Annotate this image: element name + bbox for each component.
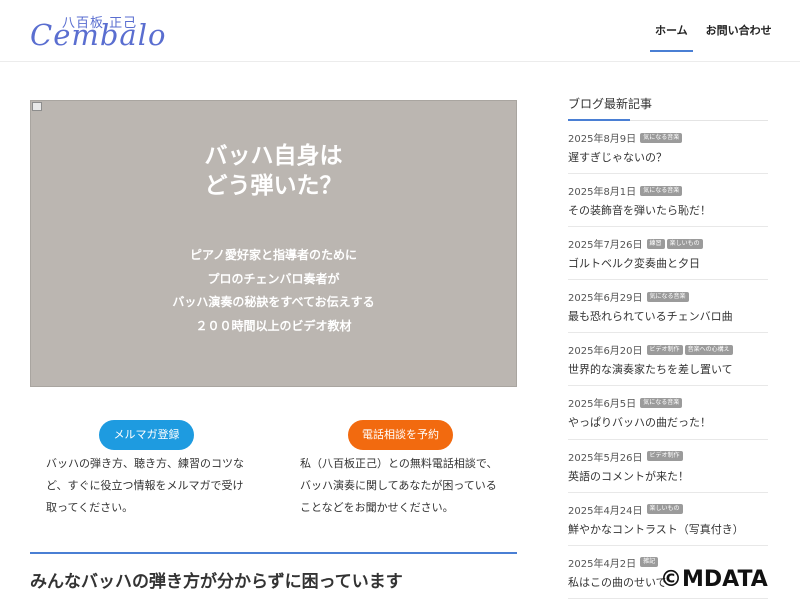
post-item[interactable]: 2025年4月24日 楽しいもの 鮮やかなコントラスト（写真付き） <box>568 493 768 546</box>
hero-subtitle: ピアノ愛好家と指導者のために プロのチェンバロ奏者が バッハ演奏の秘訣をすべてお… <box>31 244 516 338</box>
hero-banner[interactable]: バッハ自身は どう弾いた？ ピアノ愛好家と指導者のために プロのチェンバロ奏者が… <box>30 100 517 387</box>
post-meta: 2025年6月5日 気になる音楽 <box>568 395 768 410</box>
post-item[interactable]: 2025年8月9日 気になる音楽 遅すぎじゃないの？ <box>568 121 768 175</box>
hero-line: プロのチェンバロ奏者が <box>207 271 340 286</box>
post-date: 2025年7月26日 <box>568 240 643 252</box>
post-item[interactable]: 2025年6月5日 気になる音楽 やっぱりバッハの曲だった！ <box>568 386 768 440</box>
post-date: 2025年6月29日 <box>568 293 643 305</box>
post-meta: 2025年8月1日 気になる音楽 <box>568 183 768 198</box>
post-meta: 2025年8月9日 気になる音楽 <box>568 130 768 145</box>
newsletter-description: バッハの弾き方、聴き方、練習のコツなど、すぐに役立つ情報をメルマガで受け取ってく… <box>46 457 244 514</box>
post-item[interactable]: 2025年5月26日 ビデオ制作 英語のコメントが来た！ <box>568 440 768 493</box>
phone-consultation-description: 私（八百板正己）との無料電話相談で、バッハ演奏に関してあなたが困っていることなど… <box>300 457 498 514</box>
post-title-link[interactable]: 鮮やかなコントラスト（写真付き） <box>568 521 768 537</box>
post-meta: 2025年6月20日 ビデオ制作 音楽への心構え <box>568 342 768 357</box>
phone-consultation-button[interactable]: 電話相談を予約 <box>348 420 453 450</box>
post-date: 2025年6月5日 <box>568 399 637 411</box>
site-logo[interactable]: 八百板 正己 Cembalo <box>30 12 165 52</box>
nav-contact[interactable]: お問い合わせ <box>701 22 777 52</box>
newsletter-signup-button[interactable]: メルマガ登録 <box>99 420 194 450</box>
post-title-link[interactable]: やっぱりバッハの曲だった！ <box>568 414 768 430</box>
post-date: 2025年4月24日 <box>568 505 643 517</box>
broken-image-icon <box>32 102 42 111</box>
nav-home[interactable]: ホーム <box>650 22 693 52</box>
hero-line: ２００時間以上のビデオ教材 <box>195 318 352 333</box>
recent-posts-list: 2025年8月9日 気になる音楽 遅すぎじゃないの？ 2025年8月1日 気になる音楽そ… <box>568 121 768 599</box>
post-item[interactable]: 2025年7月26日 練習 楽しいもの ゴルトベルク変奏曲と夕日 <box>568 227 768 281</box>
post-meta: 2025年5月26日 ビデオ制作 <box>568 449 768 464</box>
post-category-tag[interactable]: 楽しいもの <box>646 504 683 515</box>
post-category-tag[interactable]: 気になる音楽 <box>640 132 683 143</box>
post-meta: 2025年6月29日 気になる音楽 <box>568 289 768 304</box>
post-meta: 2025年4月24日 楽しいもの <box>568 502 768 517</box>
post-title-link[interactable]: 英語のコメントが来た！ <box>568 468 768 484</box>
post-date: 2025年4月2日 <box>568 558 637 570</box>
main-nav: ホーム お問い合わせ <box>650 22 785 52</box>
watermark: ©MDATA <box>660 567 768 592</box>
sidebar-title: ブログ最新記事 <box>568 95 768 121</box>
post-title-link[interactable]: 世界的な演奏家たちを差し置いて <box>568 361 768 377</box>
post-title-link[interactable]: 遅すぎじゃないの？ <box>568 149 768 165</box>
post-title-link[interactable]: その装飾音を弾いたら恥だ！ <box>568 202 768 218</box>
post-item[interactable]: 2025年6月29日 気になる音楽 最も恐れられているチェンバロ曲 <box>568 280 768 334</box>
post-meta: 2025年7月26日 練習 楽しいもの <box>568 236 768 251</box>
post-category-tag[interactable]: 楽しいもの <box>666 238 703 249</box>
post-category-tag[interactable]: ビデオ制作 <box>646 451 683 462</box>
post-category-tag[interactable]: 気になる音楽 <box>646 291 689 302</box>
post-date: 2025年6月20日 <box>568 346 643 358</box>
hero-title-line1: バッハ自身は <box>204 143 343 169</box>
post-category-tag[interactable]: 練習 <box>646 238 665 249</box>
hero-line: ピアノ愛好家と指導者のために <box>190 248 357 262</box>
post-category-tag[interactable]: 気になる音楽 <box>640 185 683 196</box>
post-category-tag[interactable]: 音楽への心構え <box>684 344 733 355</box>
section-heading: みんなバッハの弾き方が分からずに困っています <box>30 572 403 592</box>
post-item[interactable]: 2025年6月20日 ビデオ制作 音楽への心構え 世界的な演奏家たちを差し置いて <box>568 333 768 387</box>
hero-line: バッハ演奏の秘訣をすべてお伝えする <box>172 295 375 309</box>
post-category-tag[interactable]: 気になる音楽 <box>640 397 683 408</box>
site-header: 八百板 正己 Cembalo ホーム お問い合わせ <box>0 0 800 62</box>
post-category-tag[interactable]: ビデオ制作 <box>646 344 683 355</box>
post-date: 2025年5月26日 <box>568 452 643 464</box>
post-date: 2025年8月1日 <box>568 187 637 199</box>
sidebar: ブログ最新記事 2025年8月9日 気になる音楽 遅すぎじゃないの？ 2025年8月1… <box>568 95 768 599</box>
section-divider <box>30 552 517 554</box>
logo-script: Cembalo <box>30 18 167 52</box>
post-item[interactable]: 2025年8月1日 気になる音楽 その装飾音を弾いたら恥だ！ <box>568 174 768 228</box>
hero-title-line2: どう弾いた？ <box>204 173 343 199</box>
post-category-tag[interactable]: 雑記 <box>640 557 659 568</box>
post-title-link[interactable]: 最も恐れられているチェンバロ曲 <box>568 308 768 324</box>
hero-title: バッハ自身は どう弾いた？ <box>31 141 516 201</box>
post-title-link[interactable]: ゴルトベルク変奏曲と夕日 <box>568 255 768 271</box>
post-date: 2025年8月9日 <box>568 134 637 145</box>
